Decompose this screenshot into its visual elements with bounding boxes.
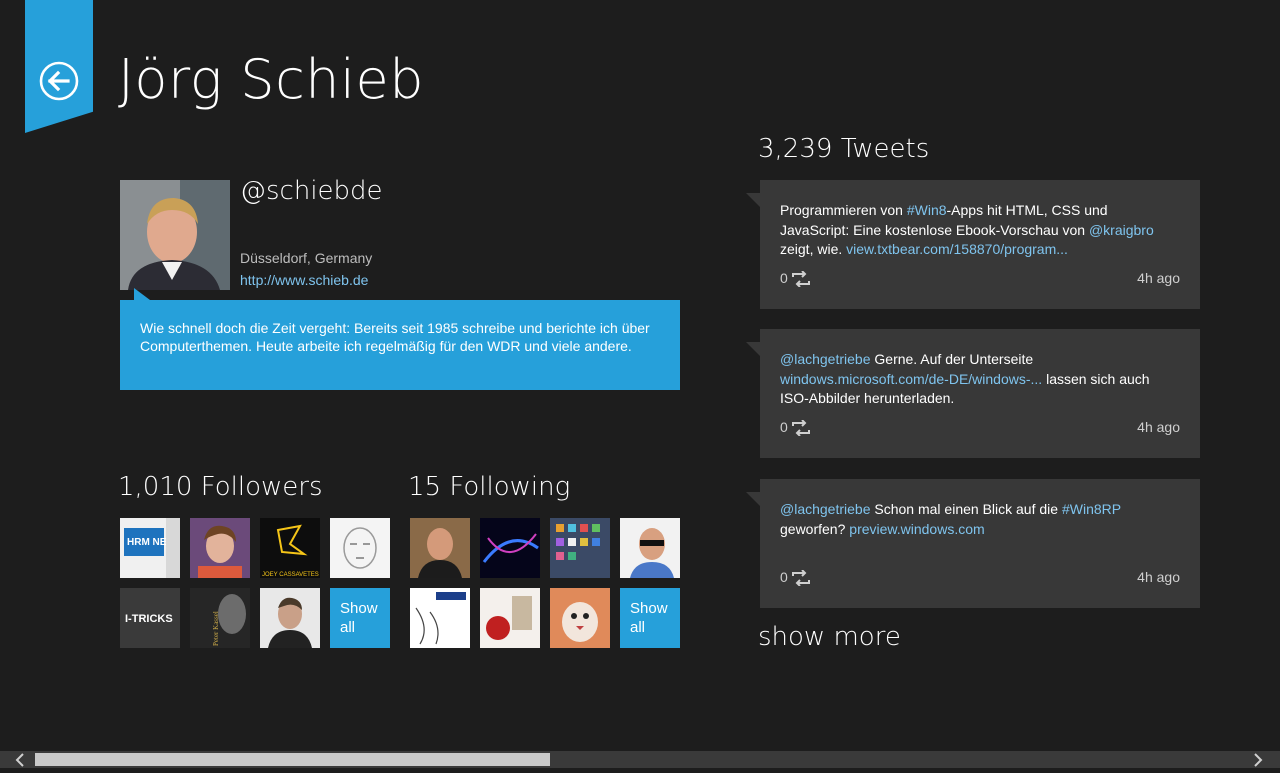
scrollbar-thumb[interactable] (35, 753, 550, 766)
tweet-footer: 0 4h ago (780, 568, 1180, 588)
follower-avatar[interactable]: HRM NEWS (120, 518, 180, 578)
follower-avatar-image: I-TRICKS (120, 588, 180, 648)
follower-avatar-image (190, 518, 250, 578)
follower-avatar[interactable] (330, 518, 390, 578)
follower-avatar-image: Peter Kassel (190, 588, 250, 648)
following-avatar[interactable] (410, 588, 470, 648)
profile-website-link[interactable]: http://www.schieb.de (240, 272, 368, 288)
tweet-text-segment: Gerne. Auf der Unterseite (870, 351, 1034, 367)
tweet-text-segment: zeigt, wie. (780, 241, 847, 257)
following-avatar-image (410, 588, 470, 648)
tweet-text: @lachgetriebe Schon mal einen Blick auf … (780, 500, 1180, 539)
page-title: Jörg Schieb (118, 48, 424, 111)
tweet-link[interactable]: preview.windows.com (849, 521, 984, 537)
followers-show-all-button[interactable]: Show all (330, 588, 390, 648)
following-avatar[interactable] (620, 518, 680, 578)
show-more-link[interactable]: show more (758, 622, 901, 652)
following-avatar[interactable] (480, 588, 540, 648)
follower-avatar[interactable] (190, 518, 250, 578)
following-avatar-image (410, 518, 470, 578)
following-avatar-image (480, 588, 540, 648)
follower-avatar[interactable]: Peter Kassel (190, 588, 250, 648)
follower-avatar-image: JOEY CASSAVETES (260, 518, 320, 578)
following-avatar-image (550, 518, 610, 578)
tweet-notch (746, 193, 760, 207)
avatar (120, 180, 230, 290)
following-avatar[interactable] (550, 588, 610, 648)
following-avatar[interactable] (550, 518, 610, 578)
follower-avatar-image (260, 588, 320, 648)
tweet-notch (746, 492, 760, 506)
back-button[interactable] (39, 61, 79, 101)
chevron-right-icon (1254, 753, 1263, 767)
tweet-notch (746, 342, 760, 356)
chevron-left-icon (15, 753, 24, 767)
retweet-icon[interactable] (791, 420, 811, 436)
tweet-time: 4h ago (1137, 270, 1180, 286)
tweet-text-segment: Programmieren von (780, 202, 907, 218)
tweet-text-segment: geworfen? (780, 520, 850, 537)
retweet-count: 0 (780, 419, 788, 435)
retweet-count: 0 (780, 569, 788, 585)
follower-avatar[interactable]: I-TRICKS (120, 588, 180, 648)
follower-avatar-image (330, 518, 390, 578)
tweet-time: 4h ago (1137, 419, 1180, 435)
tweet-link[interactable]: @lachgetriebe (780, 501, 871, 517)
tweet-link[interactable]: @lachgetriebe (780, 351, 871, 367)
follower-avatar[interactable] (260, 588, 320, 648)
tweet-footer: 0 4h ago (780, 269, 1180, 289)
profile-handle: @schiebde (240, 176, 383, 206)
profile-location: Düsseldorf, Germany (240, 250, 373, 266)
following-avatar-image (480, 518, 540, 578)
retweet-icon[interactable] (791, 570, 811, 586)
follower-avatar-image: HRM NEWS (120, 518, 180, 578)
tweet-card[interactable]: @lachgetriebe Gerne. Auf der Unterseite … (746, 329, 1200, 458)
retweet-icon[interactable] (791, 271, 811, 287)
scroll-right-button[interactable] (1250, 752, 1266, 768)
profile-bio: Wie schnell doch die Zeit vergeht: Berei… (120, 300, 680, 390)
tweet-card[interactable]: @lachgetriebe Schon mal einen Blick auf … (746, 479, 1200, 608)
retweet-count: 0 (780, 270, 788, 286)
tweet-footer: 0 4h ago (780, 418, 1180, 438)
tweet-text: Programmieren von #Win8-Apps hit HTML, C… (780, 201, 1180, 260)
following-avatar[interactable] (410, 518, 470, 578)
avatar-image (120, 180, 230, 290)
tweet-card[interactable]: Programmieren von #Win8-Apps hit HTML, C… (746, 180, 1200, 309)
thumb-label: JOEY CASSAVETES (262, 572, 319, 578)
tweet-text: @lachgetriebe Gerne. Auf der Unterseite … (780, 350, 1180, 409)
following-avatar[interactable] (480, 518, 540, 578)
following-avatar-image (550, 588, 610, 648)
following-title: 15 Following (408, 472, 571, 502)
followers-title: 1,010 Followers (118, 472, 323, 502)
back-arrow-icon (39, 61, 79, 101)
tweets-title: 3,239 Tweets (758, 134, 930, 164)
follower-avatar[interactable]: JOEY CASSAVETES (260, 518, 320, 578)
thumb-label: I-TRICKS (125, 613, 173, 625)
tweet-link[interactable]: @kraigbro (1089, 222, 1154, 238)
tweet-link[interactable]: #Win8RP (1062, 501, 1121, 517)
tweet-link[interactable]: windows.microsoft.com/de-DE/windows-... (780, 371, 1042, 387)
bio-notch (134, 288, 150, 300)
following-avatar-image (620, 518, 680, 578)
tweet-link[interactable]: #Win8 (907, 202, 947, 218)
following-show-all-button[interactable]: Show all (620, 588, 680, 648)
scroll-left-button[interactable] (12, 752, 28, 768)
thumb-label: Peter Kassel (212, 611, 220, 646)
tweet-link[interactable]: view.txtbear.com/158870/program... (846, 241, 1068, 257)
tweet-text-segment: Schon mal einen Blick auf die (870, 501, 1062, 517)
tweet-time: 4h ago (1137, 569, 1180, 585)
